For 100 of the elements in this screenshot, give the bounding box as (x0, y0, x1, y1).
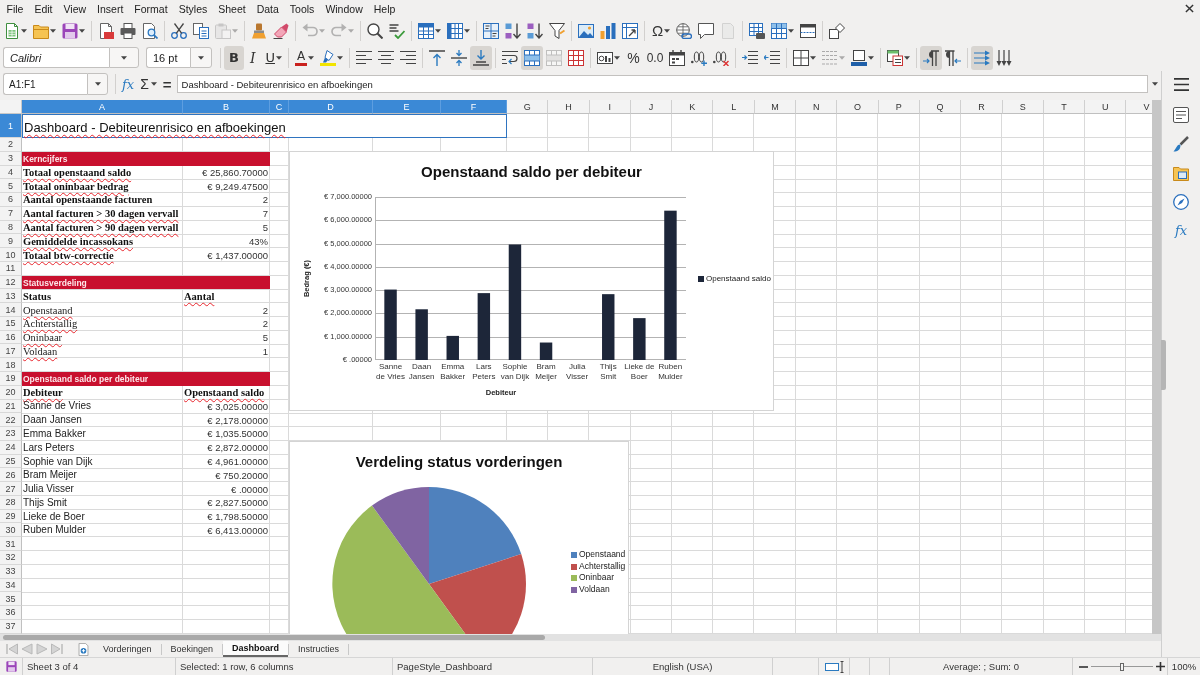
zoom-percent[interactable]: 100% (1171, 661, 1197, 672)
sheet-tab[interactable]: Dashboard (223, 641, 289, 657)
sheet-tab[interactable]: Instructies (289, 641, 349, 657)
legend-label: Openstaand saldo (706, 273, 771, 284)
column-header[interactable]: C (270, 100, 289, 114)
row-header[interactable]: 36 (0, 606, 22, 620)
row-header[interactable]: 17 (0, 344, 22, 359)
row-header[interactable]: 23 (0, 427, 22, 441)
row-header[interactable]: 19 (0, 372, 22, 386)
eraser-icon (273, 22, 289, 39)
plus-icon[interactable] (1156, 662, 1165, 671)
column-header[interactable]: P (878, 100, 920, 114)
column-header[interactable]: S (1002, 100, 1044, 114)
column-header[interactable]: V (1126, 100, 1152, 114)
column-header[interactable]: D (289, 100, 373, 114)
font-name-field[interactable]: Calibri (3, 47, 109, 68)
horizontal-scrollbar[interactable] (0, 634, 1161, 641)
document-plus-icon[interactable] (77, 642, 90, 656)
formula-input-field[interactable]: Dashboard - Debiteurenrisico en afboekingen (176, 75, 1148, 93)
formula-button[interactable]: = (159, 73, 175, 95)
font-color-button[interactable]: A (291, 45, 318, 70)
sidebar-collapse-handle[interactable] (1161, 340, 1166, 390)
column-header[interactable]: N (796, 100, 838, 114)
compass-icon[interactable] (1173, 194, 1189, 210)
underline-button[interactable]: U (261, 45, 285, 70)
row-header[interactable]: 35 (0, 592, 22, 607)
sum-button[interactable]: Σ (137, 73, 160, 95)
menu-item[interactable]: Edit (28, 1, 58, 16)
menu-item[interactable]: File (1, 1, 29, 16)
column-header[interactable]: A (22, 100, 183, 114)
dropdown-button[interactable] (87, 73, 108, 95)
menu-item[interactable]: Tools (284, 1, 320, 16)
menu-item[interactable]: Format (128, 1, 174, 16)
row-header[interactable]: 1 (0, 114, 22, 138)
row-header[interactable]: 31 (0, 537, 22, 551)
column-header[interactable]: B (183, 100, 270, 114)
bold-button[interactable]: B (224, 45, 244, 70)
row-header[interactable]: 27 (0, 482, 22, 496)
panel-lines-icon[interactable] (1173, 107, 1189, 123)
row-header[interactable]: 26 (0, 468, 22, 483)
number-button[interactable]: 0.0 (642, 45, 667, 70)
row-header[interactable]: 30 (0, 523, 22, 538)
column-header[interactable]: G (507, 100, 549, 114)
vertical-scrollbar[interactable] (1152, 100, 1161, 634)
column-header[interactable]: M (754, 100, 797, 114)
column-header[interactable]: R (961, 100, 1003, 114)
row-header[interactable]: 6 (0, 193, 22, 207)
menu-item[interactable]: Insert (91, 1, 129, 16)
status-text[interactable]: English (USA) (652, 661, 713, 672)
row-header[interactable]: 9 (0, 234, 22, 249)
column-header[interactable]: J (630, 100, 673, 114)
row-header[interactable]: 14 (0, 303, 22, 317)
function-wizard-button[interactable]: fx (119, 73, 138, 95)
dropdown-button[interactable] (190, 47, 212, 68)
column-header[interactable]: O (837, 100, 879, 114)
align-bottom-button[interactable] (470, 45, 493, 70)
column-header[interactable]: H (548, 100, 590, 114)
menu-item[interactable]: View (58, 1, 92, 16)
zoom-slider-thumb[interactable] (1120, 662, 1124, 671)
sheet-tab[interactable]: Boekingen (161, 641, 223, 657)
menu-icon[interactable] (1173, 77, 1189, 92)
table-cell-text: € 2,178.00000 (206, 413, 269, 428)
row-header[interactable]: 18 (0, 358, 22, 372)
row-header[interactable]: 10 (0, 248, 22, 262)
row-header[interactable]: 2 (0, 138, 22, 152)
menu-item[interactable]: Help (368, 1, 401, 16)
column-header[interactable]: Q (919, 100, 962, 114)
menu-item[interactable]: Styles (173, 1, 213, 16)
menu-item[interactable]: Sheet (212, 1, 252, 16)
column-header[interactable]: F (441, 100, 507, 114)
sheet-tab[interactable]: Vorderingen (94, 641, 161, 657)
column-header[interactable]: T (1043, 100, 1086, 114)
selection-mode-icon[interactable] (824, 660, 844, 673)
row-header[interactable]: 5 (0, 179, 22, 194)
scrollbar-thumb[interactable] (3, 635, 545, 640)
functions-button[interactable]: fx (1174, 223, 1188, 239)
table-cell-text: Aantal facturen > 30 dagen vervall (22, 207, 180, 221)
percent-button[interactable]: % (623, 45, 643, 70)
special-character-button[interactable]: Ω (648, 18, 674, 43)
menu-item[interactable]: Window (319, 1, 369, 16)
menu-item[interactable]: Data (251, 1, 285, 16)
arrow-to-start-icon[interactable] (6, 643, 18, 655)
font-size-field[interactable]: 16 pt (146, 47, 190, 68)
column-header[interactable]: I (589, 100, 631, 114)
picture-folder-icon[interactable] (1173, 165, 1189, 181)
text-horizontal-button[interactable] (971, 45, 994, 70)
row-header[interactable]: 22 (0, 413, 22, 428)
paintbrush-icon[interactable] (1173, 136, 1189, 152)
row-header[interactable]: 13 (0, 289, 22, 304)
column-header[interactable]: U (1085, 100, 1127, 114)
funnel-icon (549, 22, 565, 39)
column-header[interactable]: E (373, 100, 441, 114)
name-box-field[interactable]: A1:F1 (3, 73, 87, 95)
merge-center-button[interactable] (521, 45, 544, 70)
document-export-icon (98, 22, 114, 39)
close-icon[interactable] (1185, 4, 1194, 13)
italic-button[interactable]: I (243, 45, 262, 70)
column-header[interactable]: L (713, 100, 755, 114)
column-header[interactable]: K (672, 100, 714, 114)
left-to-right-button[interactable] (920, 45, 943, 70)
